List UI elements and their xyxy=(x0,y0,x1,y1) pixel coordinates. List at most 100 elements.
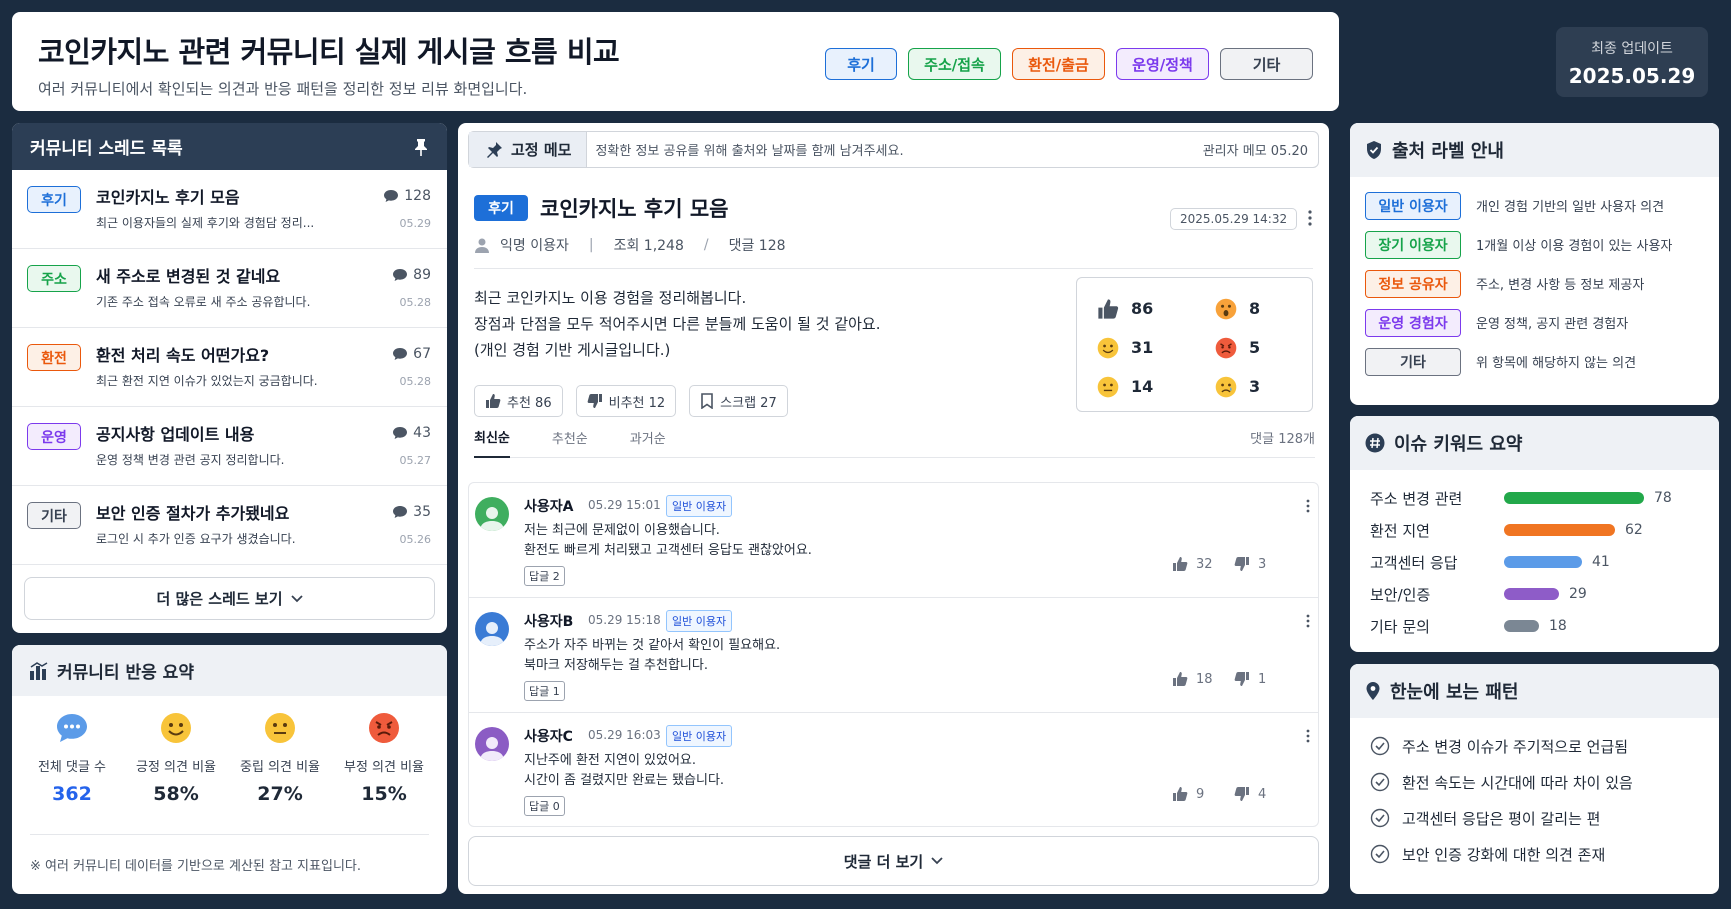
neutral-face-icon xyxy=(1097,376,1119,398)
stat-value: 15% xyxy=(361,783,407,805)
reaction-neutral[interactable]: 14 xyxy=(1097,367,1215,406)
patterns-panel: 한눈에 보는 패턴 주소 변경 이슈가 주기적으로 언급됨 환전 속도는 시간대… xyxy=(1350,664,1719,894)
comment-text: 저는 최근에 문제없이 이용했습니다. 환전도 빠르게 처리됐고 고객센터 응답도… xyxy=(524,523,812,558)
comment-author[interactable]: 사용자A xyxy=(524,496,573,516)
tab-latest[interactable]: 최신순 xyxy=(474,418,510,458)
reaction-surprised[interactable]: 8 xyxy=(1215,289,1305,328)
keyword-bar xyxy=(1504,588,1559,600)
reaction-smile[interactable]: 31 xyxy=(1097,328,1215,367)
comment-author[interactable]: 사용자C xyxy=(524,726,573,746)
chevron-down-icon xyxy=(931,857,943,865)
reaction-angry[interactable]: 5 xyxy=(1215,328,1305,367)
more-threads-button[interactable]: 더 많은 스레드 보기 xyxy=(24,577,435,620)
last-update-label: 최종 업데이트 xyxy=(1591,41,1673,57)
comment-time: 05.29 15:01 xyxy=(588,498,661,512)
check-circle-icon xyxy=(1370,844,1390,864)
thread-item[interactable]: 주소 새 주소로 변경된 것 같네요 기존 주소 접속 오류로 새 주소 공유합… xyxy=(12,249,447,328)
location-pin-icon xyxy=(1365,681,1381,701)
thread-item[interactable]: 기타 보안 인증 절차가 추가됐네요 로그인 시 추가 인증 요구가 생겼습니다… xyxy=(12,486,447,565)
thread-preview: 최근 환전 지연 이슈가 있었는지 궁금합니다. xyxy=(96,374,318,388)
thumbs-down-icon[interactable] xyxy=(1234,671,1250,687)
source-label-row: 정보 공유자 주소, 변경 사항 등 정보 제공자 xyxy=(1350,264,1719,303)
thumbs-down-icon[interactable] xyxy=(1234,556,1250,572)
angry-face-icon xyxy=(1215,337,1237,359)
source-label-row: 운영 경험자 운영 정책, 공지 관련 경험자 xyxy=(1350,303,1719,342)
thread-title: 공지사항 업데이트 내용 xyxy=(96,425,255,444)
tab-recommended[interactable]: 추천순 xyxy=(552,418,588,458)
reaction-summary-header: 커뮤니티 반응 요약 xyxy=(12,645,447,696)
keyword-value: 18 xyxy=(1549,618,1567,634)
keyword-row: 주소 변경 관련 78 xyxy=(1350,482,1719,514)
thread-item[interactable]: 운영 공지사항 업데이트 내용 운영 정책 변경 관련 공지 정리합니다. 43… xyxy=(12,407,447,486)
reply-button[interactable]: 답글 2 xyxy=(524,566,565,586)
category-button-policy[interactable]: 운영/정책 xyxy=(1116,48,1209,80)
bookmark-button[interactable]: 스크랩 27 xyxy=(689,385,788,417)
category-button-other[interactable]: 기타 xyxy=(1220,48,1313,80)
patterns-title: 한눈에 보는 패턴 xyxy=(1390,682,1519,703)
reaction-sad[interactable]: 3 xyxy=(1215,367,1305,406)
thumbs-up-icon xyxy=(485,393,501,409)
thread-item[interactable]: 환전 환전 처리 속도 어떤가요? 최근 환전 지연 이슈가 있었는지 궁금합니… xyxy=(12,328,447,407)
thread-title: 보안 인증 절차가 추가됐네요 xyxy=(96,504,290,523)
kebab-menu-icon[interactable] xyxy=(1306,614,1310,628)
pinned-memo-tag: 고정 메모 xyxy=(511,141,572,159)
kebab-menu-icon[interactable] xyxy=(1308,210,1312,226)
pin-icon[interactable] xyxy=(413,138,429,156)
source-labels-header: 출처 라벨 안내 xyxy=(1350,123,1719,177)
thread-date: 05.28 xyxy=(399,375,432,388)
comment-text: 지난주에 환전 지연이 있었어요. 시간이 좀 걸렸지만 완료는 됐습니다. xyxy=(524,753,725,788)
reaction-summary-title: 커뮤니티 반응 요약 xyxy=(57,663,194,683)
kebab-menu-icon[interactable] xyxy=(1306,729,1310,743)
post-meta: 익명 이용자 | 조회 1,248 / 댓글 128 xyxy=(474,235,786,255)
stat-negative-ratio: 부정 의견 비율 15% xyxy=(332,712,436,805)
stat-total-comments: 전체 댓글 수 362 xyxy=(20,712,124,805)
check-circle-icon xyxy=(1370,808,1390,828)
like-button[interactable]: 추천 86 xyxy=(474,385,563,417)
comment-item: 사용자B 05.29 15:18 일반 이용자 주소가 자주 바뀌는 것 같아서… xyxy=(469,598,1318,713)
sad-face-icon xyxy=(1215,376,1237,398)
post-actions: 추천 86 비추천 12 스크랩 27 xyxy=(474,385,788,417)
issue-keywords-header: 이슈 키워드 요약 xyxy=(1350,416,1719,470)
more-comments-button[interactable]: 댓글 더 보기 xyxy=(468,836,1319,886)
thread-badge: 환전 xyxy=(27,344,81,371)
comment-author[interactable]: 사용자B xyxy=(524,611,573,631)
thread-comment-count: 89 xyxy=(392,267,431,283)
source-label-badge: 일반 이용자 xyxy=(1365,191,1461,220)
stat-neutral-ratio: 중립 의견 비율 27% xyxy=(228,712,332,805)
kebab-menu-icon[interactable] xyxy=(1306,499,1310,513)
thread-badge: 운영 xyxy=(27,423,81,450)
chevron-down-icon xyxy=(290,594,303,603)
keyword-bar xyxy=(1504,556,1582,568)
thread-list-title: 커뮤니티 스레드 목록 xyxy=(30,139,183,159)
reply-button[interactable]: 답글 1 xyxy=(524,681,565,701)
thumbs-up-icon[interactable] xyxy=(1172,556,1188,572)
pattern-item: 환전 속도는 시간대에 따라 차이 있음 xyxy=(1350,764,1719,800)
thread-item[interactable]: 후기 코인카지노 후기 모음 최근 이용자들의 실제 후기와 경험담 정리...… xyxy=(12,170,447,249)
stat-value: 362 xyxy=(52,783,92,805)
keyword-bar xyxy=(1504,524,1615,536)
keyword-value: 78 xyxy=(1654,490,1672,506)
pattern-item: 주소 변경 이슈가 주기적으로 언급됨 xyxy=(1350,728,1719,764)
thumbs-down-icon xyxy=(587,393,603,409)
comment-icon xyxy=(392,426,408,440)
category-button-review[interactable]: 후기 xyxy=(825,48,897,80)
reaction-like[interactable]: 86 xyxy=(1097,289,1215,328)
reply-button[interactable]: 답글 0 xyxy=(524,796,565,816)
category-button-address[interactable]: 주소/접속 xyxy=(908,48,1001,80)
thumbs-up-icon[interactable] xyxy=(1172,671,1188,687)
category-button-exchange[interactable]: 환전/출금 xyxy=(1012,48,1105,80)
last-update-value: 2025.05.29 xyxy=(1568,64,1696,88)
stat-value: 27% xyxy=(257,783,303,805)
thread-preview: 기존 주소 접속 오류로 새 주소 공유합니다. xyxy=(96,295,311,309)
shield-icon xyxy=(1365,140,1383,160)
dislike-button[interactable]: 비추천 12 xyxy=(575,385,677,417)
tab-oldest[interactable]: 과거순 xyxy=(630,418,666,458)
thread-list-panel: 커뮤니티 스레드 목록 후기 코인카지노 후기 모음 최근 이용자들의 실제 후… xyxy=(12,123,447,633)
source-label-badge: 정보 공유자 xyxy=(1365,269,1461,298)
post-author: 익명 이용자 xyxy=(500,238,569,254)
source-label-badge: 장기 이용자 xyxy=(1365,230,1461,259)
thumbs-down-icon[interactable] xyxy=(1234,786,1250,802)
comment-count-label: 댓글 128개 xyxy=(1250,432,1315,447)
thumbs-up-icon[interactable] xyxy=(1172,786,1188,802)
thread-date: 05.27 xyxy=(399,454,432,467)
